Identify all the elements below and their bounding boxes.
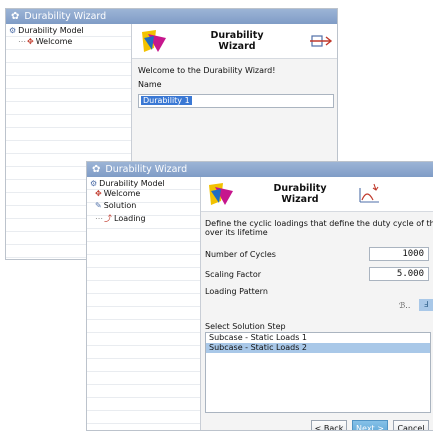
loading-step-icon: [357, 182, 383, 204]
window-1-title: Durability Wizard: [24, 11, 107, 22]
scaling-input[interactable]: 5.000: [369, 267, 429, 281]
welcome-icon: ✥: [27, 37, 34, 46]
wizard-logo-icon: [207, 181, 237, 207]
scaling-label: Scaling Factor: [205, 270, 262, 279]
tree-item-durability-model[interactable]: ⚙ Durability Model: [9, 26, 84, 35]
window-1-header: Durability Wizard: [132, 24, 337, 59]
back-button[interactable]: < Back: [311, 420, 347, 430]
window-2-header: Durability Wizard: [201, 177, 433, 212]
tree-item-welcome[interactable]: ⋯ ✥ Welcome: [18, 37, 72, 46]
solution-icon: ✎: [95, 201, 102, 210]
window-2-title: Durability Wizard: [105, 164, 188, 175]
solution-step-list[interactable]: Subcase - Static Loads 1 Subcase - Stati…: [205, 332, 431, 413]
loading-icon: ⤴: [104, 214, 112, 223]
name-input[interactable]: Durability 1: [138, 94, 334, 108]
loading-description: Define the cyclic loadings that define t…: [205, 219, 433, 228]
cycles-input[interactable]: 1000: [369, 247, 429, 261]
solution-step-label: Select Solution Step: [205, 322, 286, 331]
pattern-label: Loading Pattern: [205, 287, 268, 296]
cycles-label: Number of Cycles: [205, 250, 276, 259]
welcome-icon: ✥: [95, 189, 102, 198]
window-2-tree: ⚙ Durability Model ✥ Welcome ✎ Solution …: [87, 177, 201, 430]
gear-icon: ✿: [92, 164, 101, 175]
pattern-option-1-icon[interactable]: ℬ..: [399, 301, 410, 310]
tree-item-solution[interactable]: ✎ Solution: [95, 201, 136, 210]
cancel-button[interactable]: Cancel: [393, 420, 429, 430]
window-2-titlebar[interactable]: ✿ Durability Wizard: [87, 162, 433, 177]
window-1-titlebar[interactable]: ✿ Durability Wizard: [6, 9, 337, 24]
window-2-content: Durability Wizard Define the cyclic load…: [201, 177, 433, 430]
durability-wizard-window-2: ✿ Durability Wizard ⚙ Durability Model ✥…: [86, 161, 433, 431]
window-2-header-title: Durability Wizard: [273, 183, 327, 205]
name-label: Name: [138, 80, 162, 89]
loading-description-line2: over its lifetime: [205, 228, 268, 237]
window-1-header-title: Durability Wizard: [210, 30, 264, 52]
tree-item-welcome[interactable]: ✥ Welcome: [95, 189, 140, 198]
name-input-value: Durability 1: [141, 96, 192, 105]
pattern-option-2-icon[interactable]: Ⅎ: [419, 299, 433, 311]
welcome-step-icon: [308, 30, 334, 52]
solution-step-item[interactable]: Subcase - Static Loads 1: [206, 333, 430, 343]
model-icon: ⚙: [90, 179, 98, 188]
model-icon: ⚙: [9, 26, 17, 35]
next-button[interactable]: Next >: [352, 420, 388, 430]
tree-item-loading[interactable]: ⋯ ⤴ Loading: [95, 213, 146, 224]
gear-icon: ✿: [11, 11, 20, 22]
welcome-text: Welcome to the Durability Wizard!: [138, 66, 276, 75]
wizard-logo-icon: [140, 28, 170, 54]
solution-step-item-selected[interactable]: Subcase - Static Loads 2: [206, 343, 430, 353]
tree-item-durability-model[interactable]: ⚙ Durability Model: [90, 179, 165, 188]
